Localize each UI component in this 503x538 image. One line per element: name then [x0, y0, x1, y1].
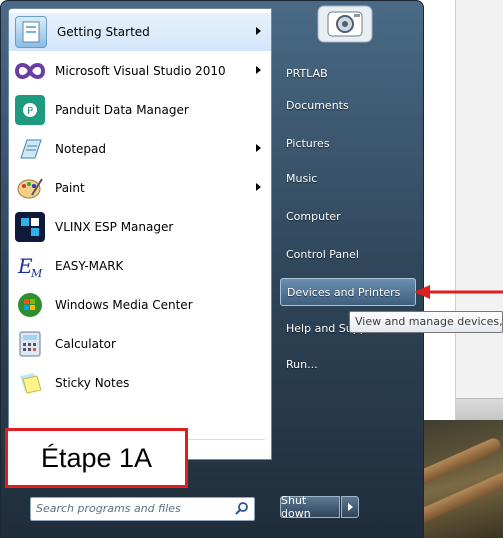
annotation-arrow-icon [414, 285, 503, 299]
step-label: Étape 1A [40, 442, 153, 473]
program-label: EASY-MARK [55, 259, 124, 273]
program-paint[interactable]: Paint [9, 169, 271, 207]
right-item-computer[interactable]: Computer [280, 202, 416, 230]
program-label: Sticky Notes [55, 376, 130, 390]
program-calculator[interactable]: Calculator [9, 325, 271, 363]
program-label: Windows Media Center [55, 298, 193, 312]
program-getting-started[interactable]: Getting Started [9, 13, 271, 51]
calculator-icon [15, 329, 45, 359]
shutdown-label: Shut down [281, 494, 311, 520]
step-label-box: Étape 1A [5, 428, 188, 488]
submenu-arrow-icon [256, 144, 261, 152]
program-label: Microsoft Visual Studio 2010 [55, 64, 226, 78]
right-item-label: Documents [286, 98, 349, 112]
svg-text:M: M [30, 267, 43, 279]
right-item-label: Pictures [286, 136, 330, 150]
program-label: Getting Started [57, 25, 150, 39]
program-vlinx-esp-manager[interactable]: VLINX ESP Manager [9, 208, 271, 246]
paint-icon [15, 173, 45, 203]
program-sticky-notes[interactable]: Sticky Notes [9, 364, 271, 402]
program-easy-mark[interactable]: EM EASY-MARK [9, 247, 271, 285]
right-item-label: Music [286, 171, 318, 185]
media-center-icon [15, 290, 45, 320]
background-window [455, 0, 503, 421]
submenu-arrow-icon [256, 27, 261, 35]
vlinx-icon [15, 212, 45, 242]
right-item-label: Control Panel [286, 247, 359, 261]
devices-tooltip: View and manage devices, p [349, 311, 503, 333]
shutdown-button[interactable]: Shut down [280, 494, 340, 520]
right-item-documents[interactable]: Documents [280, 91, 416, 119]
program-visual-studio[interactable]: Microsoft Visual Studio 2010 [9, 52, 271, 90]
tooltip-text: View and manage devices, p [355, 315, 503, 328]
notepad-icon [15, 134, 45, 164]
right-item-label: Run... [286, 357, 318, 371]
right-item-run[interactable]: Run... [280, 350, 416, 378]
program-label: VLINX ESP Manager [55, 220, 174, 234]
program-panduit-data-manager[interactable]: P Panduit Data Manager [9, 91, 271, 129]
right-item-label: Devices and Printers [287, 285, 401, 299]
submenu-arrow-icon [256, 183, 261, 191]
visual-studio-icon [15, 56, 45, 86]
program-label: Calculator [55, 337, 116, 351]
search-icon[interactable] [235, 501, 249, 515]
submenu-arrow-icon [256, 66, 261, 74]
program-label: Panduit Data Manager [55, 103, 189, 117]
search-box[interactable] [30, 497, 255, 521]
program-windows-media-center[interactable]: Windows Media Center [9, 286, 271, 324]
program-label: Notepad [55, 142, 106, 156]
program-notepad[interactable]: Notepad [9, 130, 271, 168]
right-item-music[interactable]: Music [280, 164, 416, 192]
right-item-pictures[interactable]: Pictures [280, 129, 416, 157]
right-item-label: Computer [286, 209, 341, 223]
search-input[interactable] [34, 500, 228, 516]
shutdown-options-button[interactable] [341, 496, 359, 518]
programs-pane: Getting Started Microsoft Visual Studio … [8, 8, 272, 460]
panduit-icon: P [15, 95, 45, 125]
svg-text:P: P [27, 106, 33, 117]
right-item-control-panel[interactable]: Control Panel [280, 240, 416, 268]
right-item-devices-and-printers[interactable]: Devices and Printers [280, 278, 416, 306]
right-item-label: PRTLAB [286, 66, 328, 80]
right-item-prtlab[interactable]: PRTLAB [280, 59, 416, 87]
program-label: Paint [55, 181, 85, 195]
getting-started-icon [15, 16, 47, 48]
easy-mark-icon: EM [15, 251, 45, 281]
background-window-bar [456, 398, 503, 421]
sticky-notes-icon [15, 368, 45, 398]
user-picture[interactable] [310, 0, 380, 46]
